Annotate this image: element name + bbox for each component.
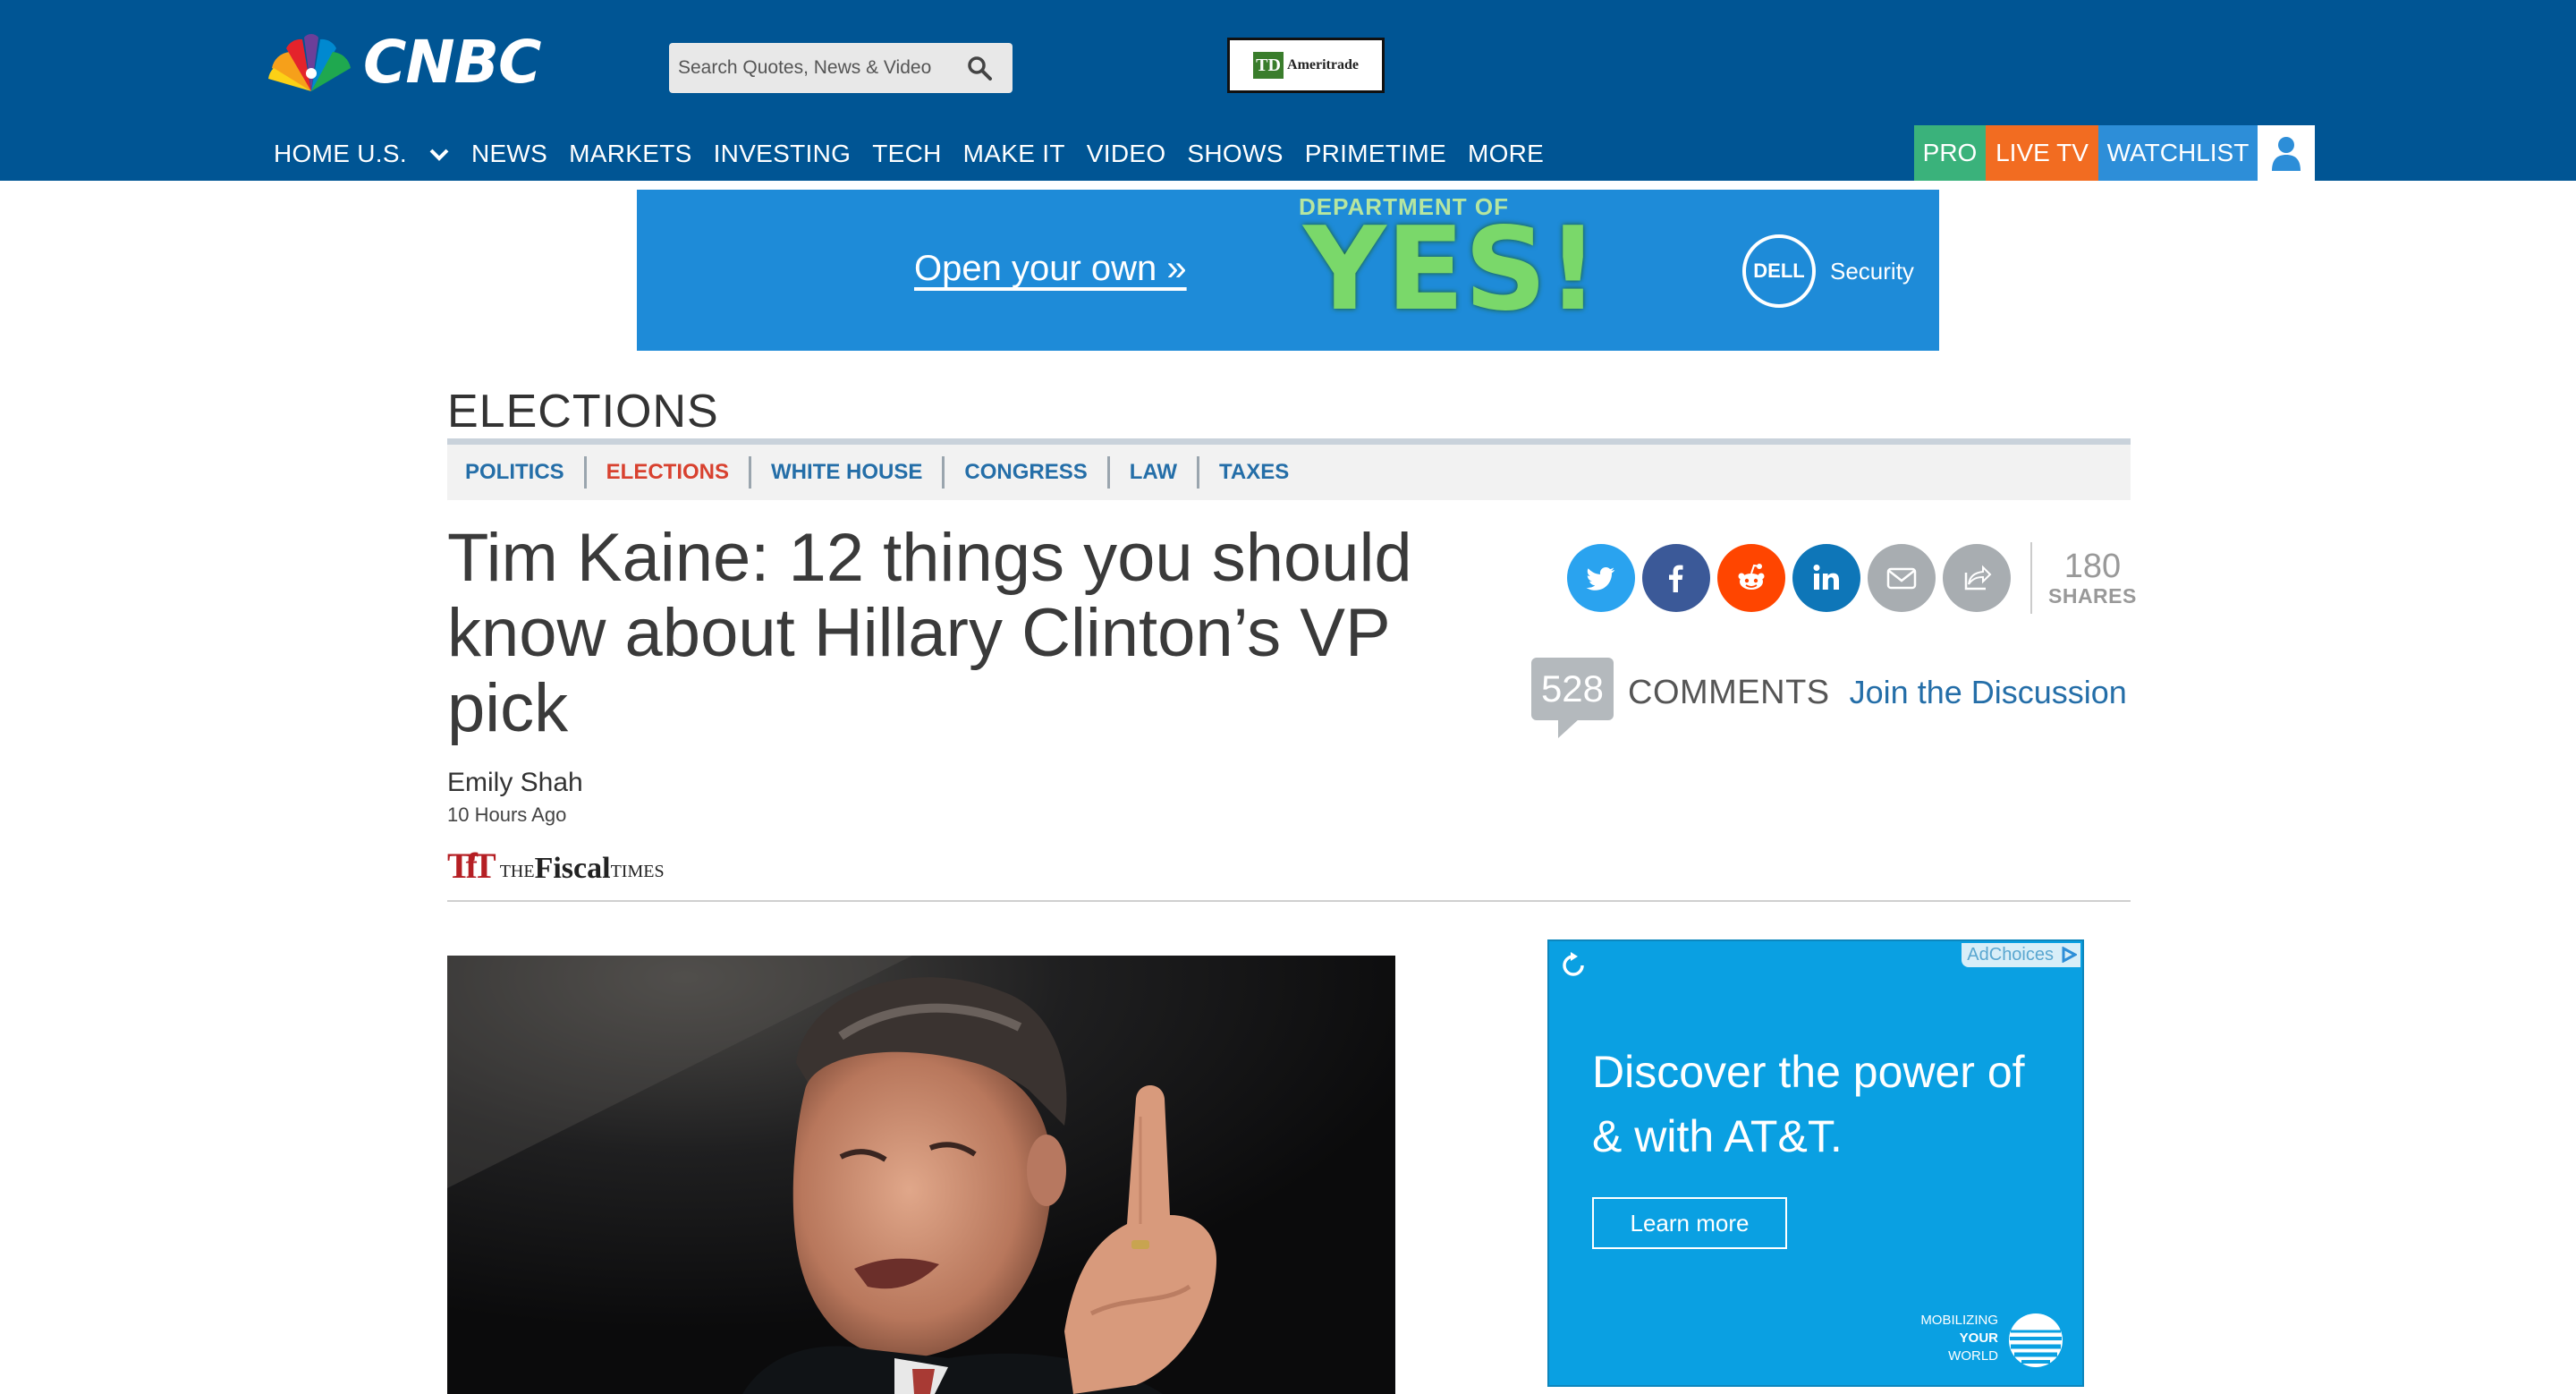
site-header: CNBC Search Quotes, News & Video TD Amer…: [0, 0, 2576, 181]
article-headline: Tim Kaine: 12 things you should know abo…: [447, 520, 1412, 746]
share-count: 180 SHARES: [2048, 548, 2137, 608]
search-box[interactable]: Search Quotes, News & Video: [669, 43, 1013, 93]
tim-kaine-photo: [447, 956, 1395, 1394]
fiscal-times-the: THE: [499, 862, 535, 881]
share-divider: [2030, 542, 2032, 614]
pro-button[interactable]: PRO: [1914, 125, 1986, 181]
watchlist-button[interactable]: WATCHLIST: [2098, 125, 2258, 181]
publish-time: 10 Hours Ago: [447, 803, 567, 826]
subnav-taxes[interactable]: TAXES: [1199, 456, 1309, 489]
att-ad[interactable]: AdChoices Discover the power of & with A…: [1547, 939, 2084, 1387]
att-tagline: MOBILIZING YOUR WORLD: [1864, 1312, 1998, 1365]
article-divider: [447, 900, 2131, 902]
email-share-button[interactable]: [1868, 544, 1936, 612]
share-count-number: 180: [2063, 547, 2122, 585]
twitter-icon: [1586, 567, 1615, 591]
linkedin-icon: [1813, 565, 1839, 590]
reddit-share-button[interactable]: [1717, 544, 1785, 612]
banner-link[interactable]: Open your own »: [914, 249, 1187, 289]
learn-more-button[interactable]: Learn more: [1592, 1197, 1787, 1249]
share-icon: [1964, 565, 1992, 591]
twitter-share-button[interactable]: [1567, 544, 1635, 612]
search-input[interactable]: Search Quotes, News & Video: [678, 57, 966, 79]
facebook-icon: [1669, 565, 1683, 592]
subnav-congress[interactable]: CONGRESS: [945, 456, 1110, 489]
search-icon[interactable]: [966, 55, 993, 81]
refresh-icon[interactable]: [1558, 950, 1589, 981]
peacock-icon: [268, 34, 351, 91]
banner-yes-text: YES!: [1303, 203, 1599, 336]
linkedin-share-button[interactable]: [1792, 544, 1860, 612]
dell-security-text: Security: [1830, 258, 1914, 285]
section-divider: [447, 438, 2131, 445]
comments-label: COMMENTS: [1628, 673, 1830, 711]
section-title: ELECTIONS: [447, 386, 719, 438]
section-subnav: POLITICS ELECTIONS WHITE HOUSE CONGRESS …: [447, 445, 2131, 500]
user-icon: [2272, 137, 2301, 171]
article-hero-image[interactable]: [447, 956, 1395, 1394]
comment-count-badge[interactable]: 528: [1531, 658, 1614, 738]
dell-logo: DELL: [1742, 234, 1816, 308]
sponsor-name: Ameritrade: [1287, 57, 1359, 72]
fiscal-times-logo[interactable]: TfT THE Fiscal TIMES: [447, 845, 665, 886]
comments-bar: 528 COMMENTS Join the Discussion: [1531, 653, 2127, 738]
fiscal-times-mark: TfT: [447, 846, 496, 886]
subnav-elections[interactable]: ELECTIONS: [587, 456, 752, 489]
live-tv-button[interactable]: LIVE TV: [1986, 125, 2098, 181]
att-tagline-line-1: MOBILIZING: [1920, 1313, 1998, 1328]
share-count-label: SHARES: [2048, 583, 2137, 608]
join-discussion-link[interactable]: Join the Discussion: [1850, 674, 2127, 711]
right-nav: PRO LIVE TV WATCHLIST: [0, 125, 2576, 181]
facebook-share-button[interactable]: [1642, 544, 1710, 612]
share-bar: 180 SHARES: [1567, 542, 2137, 614]
logo-text: CNBC: [363, 28, 541, 97]
author-name[interactable]: Emily Shah: [447, 768, 583, 798]
email-icon: [1886, 567, 1917, 590]
more-share-button[interactable]: [1943, 544, 2011, 612]
att-globe-icon: [2009, 1313, 2063, 1367]
td-logo: TD: [1253, 52, 1284, 79]
fiscal-times-times: TIMES: [610, 862, 665, 881]
reddit-icon: [1738, 564, 1765, 590]
att-tagline-line-2: YOUR: [1959, 1330, 1998, 1346]
fiscal-times-fiscal: Fiscal: [534, 852, 611, 885]
att-tagline-line-3: WORLD: [1948, 1348, 1998, 1364]
att-ad-headline: Discover the power of & with AT&T.: [1592, 1047, 2025, 1161]
cnbc-logo[interactable]: CNBC: [267, 28, 541, 97]
adchoices-icon[interactable]: [2061, 947, 2077, 963]
sponsor-ad[interactable]: TD Ameritrade: [1227, 38, 1385, 93]
subnav-law[interactable]: LAW: [1110, 456, 1200, 489]
subnav-white-house[interactable]: WHITE HOUSE: [751, 456, 945, 489]
subnav-politics[interactable]: POLITICS: [447, 456, 587, 489]
banner-ad[interactable]: Open your own » DEPARTMENT OF YES! DELL …: [637, 190, 1939, 351]
user-account-button[interactable]: [2258, 125, 2315, 181]
